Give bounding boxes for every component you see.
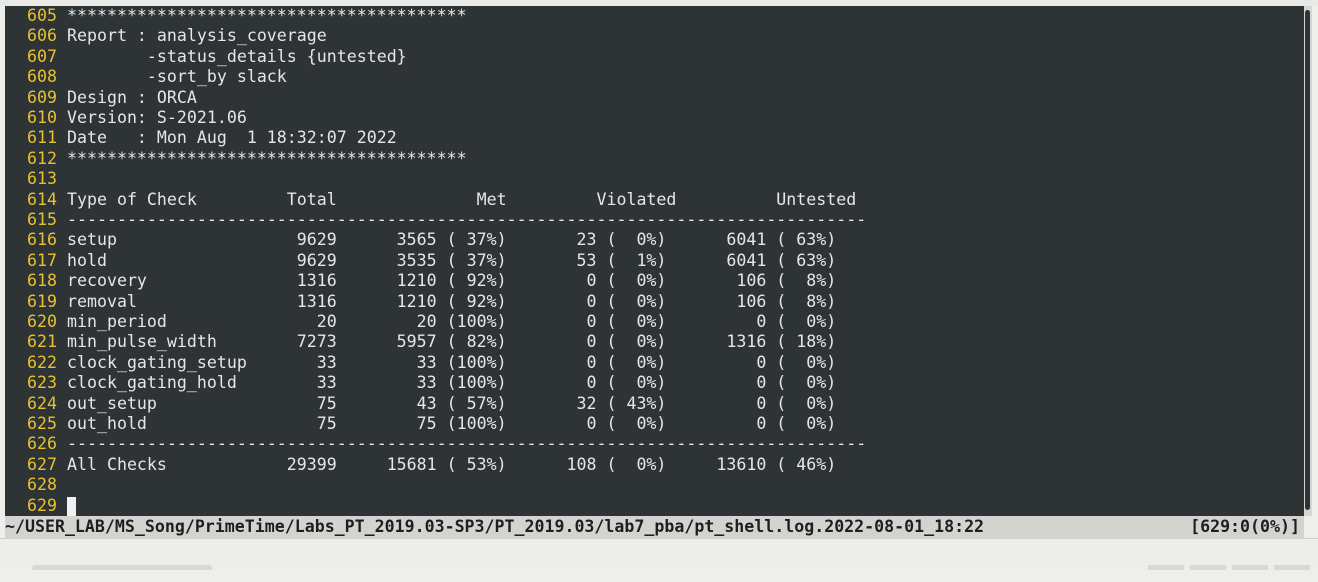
- text-cursor: [67, 497, 76, 516]
- line-number: 628: [27, 475, 57, 495]
- editor-line: 618 recovery 1316 1210 ( 92%) 0 ( 0%) 106…: [5, 271, 836, 291]
- taskbar-button[interactable]: [1232, 565, 1268, 570]
- taskbar: [0, 538, 1318, 570]
- line-text: ----------------------------------------…: [67, 210, 867, 229]
- scrollbar-thumb[interactable]: [1305, 10, 1310, 510]
- line-text: Report : analysis_coverage: [67, 26, 327, 46]
- line-number: 615: [27, 210, 57, 229]
- line-text: ----------------------------------------…: [67, 434, 867, 454]
- taskbar-button[interactable]: [1274, 565, 1310, 570]
- line-text: out_hold 75 75 (100%) 0 ( 0%) 0 ( 0%): [67, 414, 837, 433]
- line-number: 613: [27, 169, 57, 189]
- line-text: [57, 475, 67, 494]
- line-text: min_period 20 20 (100%) 0 ( 0%) 0 ( 0%): [67, 312, 837, 331]
- line-text: recovery 1316 1210 ( 92%) 0 ( 0%) 106 ( …: [67, 271, 837, 291]
- line-text: min_pulse_width 7273 5957 ( 82%) 0 ( 0%)…: [67, 332, 837, 352]
- editor-line: 606 Report : analysis_coverage: [5, 26, 327, 46]
- editor-text-area[interactable]: 605 *************************************…: [5, 6, 1304, 516]
- taskbar-button[interactable]: [1148, 565, 1184, 570]
- line-text: hold 9629 3535 ( 37%) 53 ( 1%) 6041 ( 63…: [67, 250, 837, 270]
- line-text: All Checks 29399 15681 ( 53%) 108 ( 0%) …: [67, 454, 837, 474]
- line-number: 611: [27, 128, 57, 148]
- editor-line: 622 clock_gating_setup 33 33 (100%) 0 ( 0…: [5, 353, 836, 373]
- line-number: 610: [27, 108, 57, 127]
- line-text: ****************************************: [67, 6, 467, 25]
- line-number: 621: [27, 332, 57, 352]
- line-number: 620: [27, 312, 57, 331]
- line-number: 607: [27, 46, 57, 66]
- status-bar: ~/USER_LAB/MS_Song/PrimeTime/Labs_PT_201…: [5, 516, 1304, 538]
- editor-line: 619 removal 1316 1210 ( 92%) 0 ( 0%) 106 …: [5, 292, 836, 312]
- line-text: [57, 496, 67, 515]
- editor-line: 614 Type of Check Total Met Violated Unte…: [5, 190, 856, 210]
- editor-line: 620 min_period 20 20 (100%) 0 ( 0%) 0 ( 0…: [5, 312, 836, 332]
- line-text: Date : Mon Aug 1 18:32:07 2022: [67, 128, 397, 148]
- editor-line: 616 setup 9629 3565 ( 37%) 23 ( 0%) 6041 …: [5, 230, 836, 250]
- editor-line: 608 -sort_by slack: [5, 67, 287, 87]
- line-text: Type of Check Total Met Violated Unteste…: [67, 189, 857, 209]
- taskbar-button[interactable]: [1190, 565, 1226, 570]
- file-path: ~/USER_LAB/MS_Song/PrimeTime/Labs_PT_201…: [5, 517, 985, 536]
- line-number: 622: [27, 352, 57, 372]
- line-text: setup 9629 3565 ( 37%) 23 ( 0%) 6041 ( 6…: [67, 230, 837, 250]
- line-text: Version: S-2021.06: [67, 108, 247, 127]
- line-number: 625: [27, 414, 57, 433]
- vertical-scrollbar[interactable]: [1304, 6, 1312, 516]
- line-text: removal 1316 1210 ( 92%) 0 ( 0%) 106 ( 8…: [67, 291, 837, 311]
- editor-line: 615 -------------------------------------…: [5, 210, 866, 230]
- editor-line: 623 clock_gating_hold 33 33 (100%) 0 ( 0%…: [5, 373, 836, 393]
- line-text: clock_gating_setup 33 33 (100%) 0 ( 0%) …: [67, 352, 837, 372]
- line-number: 624: [27, 393, 57, 413]
- editor-line: 611 Date : Mon Aug 1 18:32:07 2022: [5, 128, 397, 148]
- editor-line: 629: [5, 496, 67, 516]
- line-number: 612: [27, 148, 57, 168]
- line-number: 623: [27, 373, 57, 393]
- editor-line: 605 *************************************…: [5, 6, 467, 26]
- line-number: 627: [27, 454, 57, 474]
- editor-line: 626 -------------------------------------…: [5, 434, 866, 454]
- editor-line: 627 All Checks 29399 15681 ( 53%) 108 ( 0…: [5, 455, 836, 475]
- taskbar-tab[interactable]: [32, 565, 212, 570]
- line-number: 616: [27, 230, 57, 250]
- editor-line: 610 Version: S-2021.06: [5, 108, 247, 128]
- line-text: clock_gating_hold 33 33 (100%) 0 ( 0%) 0…: [67, 373, 837, 393]
- line-text: out_setup 75 43 ( 57%) 32 ( 43%) 0 ( 0%): [67, 393, 837, 413]
- editor-line: 625 out_hold 75 75 (100%) 0 ( 0%) 0 ( 0%): [5, 414, 836, 434]
- line-number: 618: [27, 271, 57, 291]
- cursor-position: [629:0(0%)]: [1190, 517, 1300, 536]
- editor-line: 613: [5, 169, 67, 189]
- line-number: 626: [27, 434, 57, 454]
- editor-line: 607 -status_details {untested}: [5, 47, 407, 67]
- line-text: [57, 169, 67, 188]
- line-text: -sort_by slack: [67, 67, 287, 87]
- editor-line: 624 out_setup 75 43 ( 57%) 32 ( 43%) 0 ( …: [5, 394, 836, 414]
- line-number: 609: [27, 87, 57, 107]
- editor-line: 621 min_pulse_width 7273 5957 ( 82%) 0 ( …: [5, 332, 836, 352]
- line-number: 619: [27, 291, 57, 311]
- editor-line: 617 hold 9629 3535 ( 37%) 53 ( 1%) 6041 (…: [5, 251, 836, 271]
- editor-line: 612 *************************************…: [5, 149, 467, 169]
- line-number: 605: [27, 6, 57, 25]
- line-number: 629: [27, 495, 57, 515]
- editor-line: 609 Design : ORCA: [5, 88, 197, 108]
- line-number: 614: [27, 189, 57, 209]
- line-number: 617: [27, 250, 57, 270]
- line-text: Design : ORCA: [67, 87, 197, 107]
- line-number: 608: [27, 67, 57, 87]
- line-number: 606: [27, 26, 57, 46]
- line-text: ****************************************: [67, 148, 467, 168]
- line-text: -status_details {untested}: [67, 46, 407, 66]
- editor-line: 628: [5, 475, 67, 495]
